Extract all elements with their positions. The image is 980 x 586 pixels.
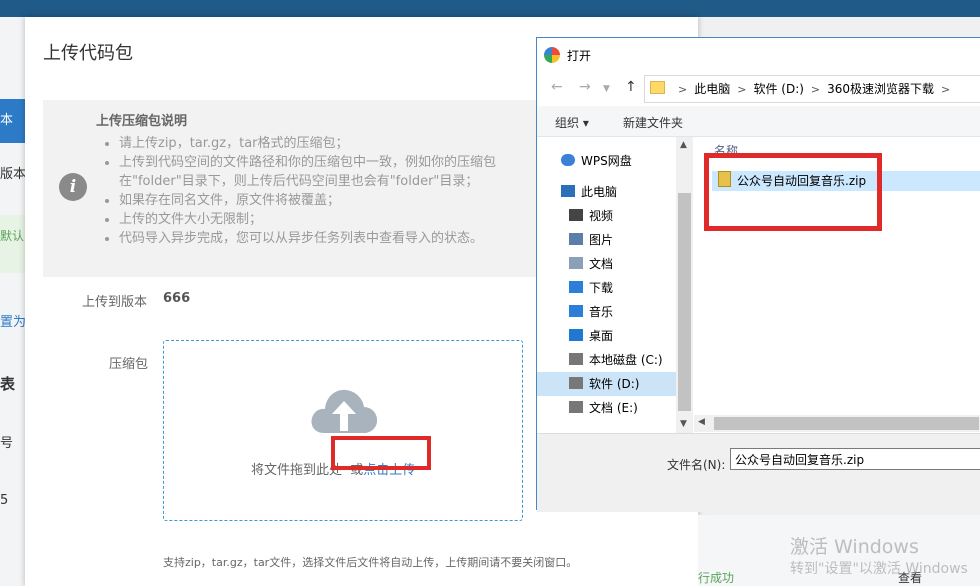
drive-icon (569, 401, 583, 413)
sidebar-item[interactable]: 桌面 (537, 324, 676, 348)
document-icon (569, 257, 583, 269)
window-title: 打开 (567, 49, 592, 63)
cloud-upload-icon (311, 389, 378, 433)
list-item: 如果存在同名文件，原文件将被覆盖； (119, 191, 559, 210)
forward-arrow-icon[interactable]: → (579, 79, 591, 95)
version-label: 上传到版本 (82, 295, 148, 310)
version-value: 666 (163, 291, 191, 306)
instructions-title: 上传压缩包说明 (96, 114, 188, 129)
activation-watermark: 激活 Windows (790, 536, 919, 558)
filename-label: 文件名(N): (667, 458, 726, 472)
navigation-pane: WPS网盘此电脑视频图片文档下载音乐桌面本地磁盘 (C:) 软件 (D:) 文档 (… (537, 137, 676, 433)
top-navbar (0, 0, 980, 17)
breadcrumb-item[interactable]: 360极速浏览器下载 (827, 82, 934, 96)
sidebar-item[interactable]: 文档 (E:) (537, 396, 676, 420)
sidebar-item-label: 下载 (589, 281, 614, 295)
computer-icon (561, 185, 575, 197)
bg-fragment: 置为 (0, 315, 27, 330)
sidebar-item-label: 桌面 (589, 329, 614, 343)
sidebar-item[interactable]: 音乐 (537, 300, 676, 324)
status-text: 行成功 (698, 571, 735, 585)
sidebar-item-label: 音乐 (589, 305, 614, 319)
sidebar-item-label: 文档 (589, 257, 614, 271)
desktop-icon (569, 329, 583, 341)
sidebar-item-label: 图片 (589, 233, 614, 247)
sidebar-item[interactable]: 下载 (537, 276, 676, 300)
music-icon (569, 305, 583, 317)
file-toolbar: 组织 ▾ 新建文件夹 (537, 106, 980, 137)
window-titlebar: 打开 (537, 38, 980, 72)
list-item: 上传到代码空间的文件路径和你的压缩包中一致，例如你的压缩包在"folder"目录… (119, 153, 559, 191)
filename-row: 文件名(N): (537, 433, 980, 512)
drive-icon (569, 377, 583, 389)
upload-hint: 支持zip，tar.gz，tar文件，选择文件后文件将自动上传，上传期间请不要关… (163, 556, 578, 569)
sidebar-item-label: 软件 (D:) (589, 377, 640, 391)
bg-fragment: 5 (0, 493, 9, 508)
upload-dropzone[interactable]: 将文件拖到此处 或点击上传 (163, 340, 523, 521)
sidebar-item[interactable]: 文档 (537, 252, 676, 276)
info-icon: i (59, 173, 87, 201)
folder-icon (650, 81, 665, 94)
back-arrow-icon[interactable]: ← (551, 79, 563, 95)
sidebar-item-label: 此电脑 (581, 185, 618, 199)
sidebar-item[interactable]: 此电脑 (537, 180, 676, 204)
bg-fragment: 默认 (0, 215, 25, 273)
sidebar-item[interactable]: 视频 (537, 204, 676, 228)
sidebar-item-label: 文档 (E:) (589, 401, 638, 415)
bg-fragment: 本 (0, 99, 25, 143)
address-bar: ← → ▼ ↑ > 此电脑 > 软件 (D:) >360极速浏览器下载 > (537, 73, 980, 105)
chevron-down-icon[interactable]: ▼ (603, 84, 610, 94)
sidebar-item[interactable]: WPS网盘 (537, 149, 676, 173)
sidebar-item[interactable]: 软件 (D:) (537, 372, 676, 396)
new-folder-button[interactable]: 新建文件夹 (623, 114, 683, 131)
sidebar-item-label: WPS网盘 (581, 154, 632, 168)
up-arrow-icon[interactable]: ↑ (625, 79, 637, 95)
nav-scrollbar[interactable]: ▲ ▼ (676, 137, 693, 433)
scrollbar-thumb[interactable] (678, 193, 691, 411)
bg-fragment: 表 (0, 375, 16, 393)
upload-instructions: i 上传压缩包说明 请上传zip，tar.gz，tar格式的压缩包； 上传到代码… (43, 100, 543, 277)
sidebar-item[interactable]: 图片 (537, 228, 676, 252)
browser-logo-icon (544, 47, 560, 63)
scroll-up-icon[interactable]: ▲ (680, 140, 687, 150)
drive-icon (569, 353, 583, 365)
bg-fragment: 号 (0, 436, 14, 451)
scrollbar-thumb[interactable] (714, 417, 979, 430)
dialog-title: 上传代码包 (43, 43, 133, 64)
cloud-icon (561, 154, 575, 166)
instructions-list: 请上传zip，tar.gz，tar格式的压缩包； 上传到代码空间的文件路径和你的… (101, 134, 559, 248)
activation-watermark-sub: 转到"设置"以激活 Windows (790, 561, 968, 577)
sidebar-item-label: 视频 (589, 209, 614, 223)
sidebar-item[interactable]: 本地磁盘 (C:) (537, 348, 676, 372)
video-icon (569, 209, 583, 221)
list-item: 代码导入异步完成，您可以从异步任务列表中查看导入的状态。 (119, 229, 559, 248)
file-open-window: 打开 ← → ▼ ↑ > 此电脑 > 软件 (D:) >360极速浏览器下载 > 组织 ▾… (536, 37, 980, 512)
highlight-box (331, 436, 431, 470)
highlight-box (704, 153, 882, 231)
bg-fragment: 版本 (0, 167, 27, 182)
picture-icon (569, 233, 583, 245)
filename-input[interactable] (730, 448, 980, 470)
breadcrumb[interactable]: > 此电脑 > 软件 (D:) >360极速浏览器下载 > (644, 75, 980, 103)
organize-button[interactable]: 组织 ▾ (555, 114, 589, 131)
scroll-down-icon[interactable]: ▼ (680, 419, 687, 429)
list-item: 上传的文件大小无限制； (119, 210, 559, 229)
list-item: 请上传zip，tar.gz，tar格式的压缩包； (119, 134, 559, 153)
background-page-left: 本 版本 默认 置为 表 号 5 (0, 17, 27, 586)
download-icon (569, 281, 583, 293)
sidebar-item-label: 本地磁盘 (C:) (589, 353, 663, 367)
scroll-left-icon[interactable]: ◀ (698, 417, 705, 427)
breadcrumb-item[interactable]: 此电脑 (694, 82, 730, 96)
package-label: 压缩包 (109, 357, 149, 372)
horizontal-scrollbar[interactable]: ◀ (694, 415, 980, 432)
breadcrumb-item[interactable]: 软件 (D:) (753, 82, 803, 96)
